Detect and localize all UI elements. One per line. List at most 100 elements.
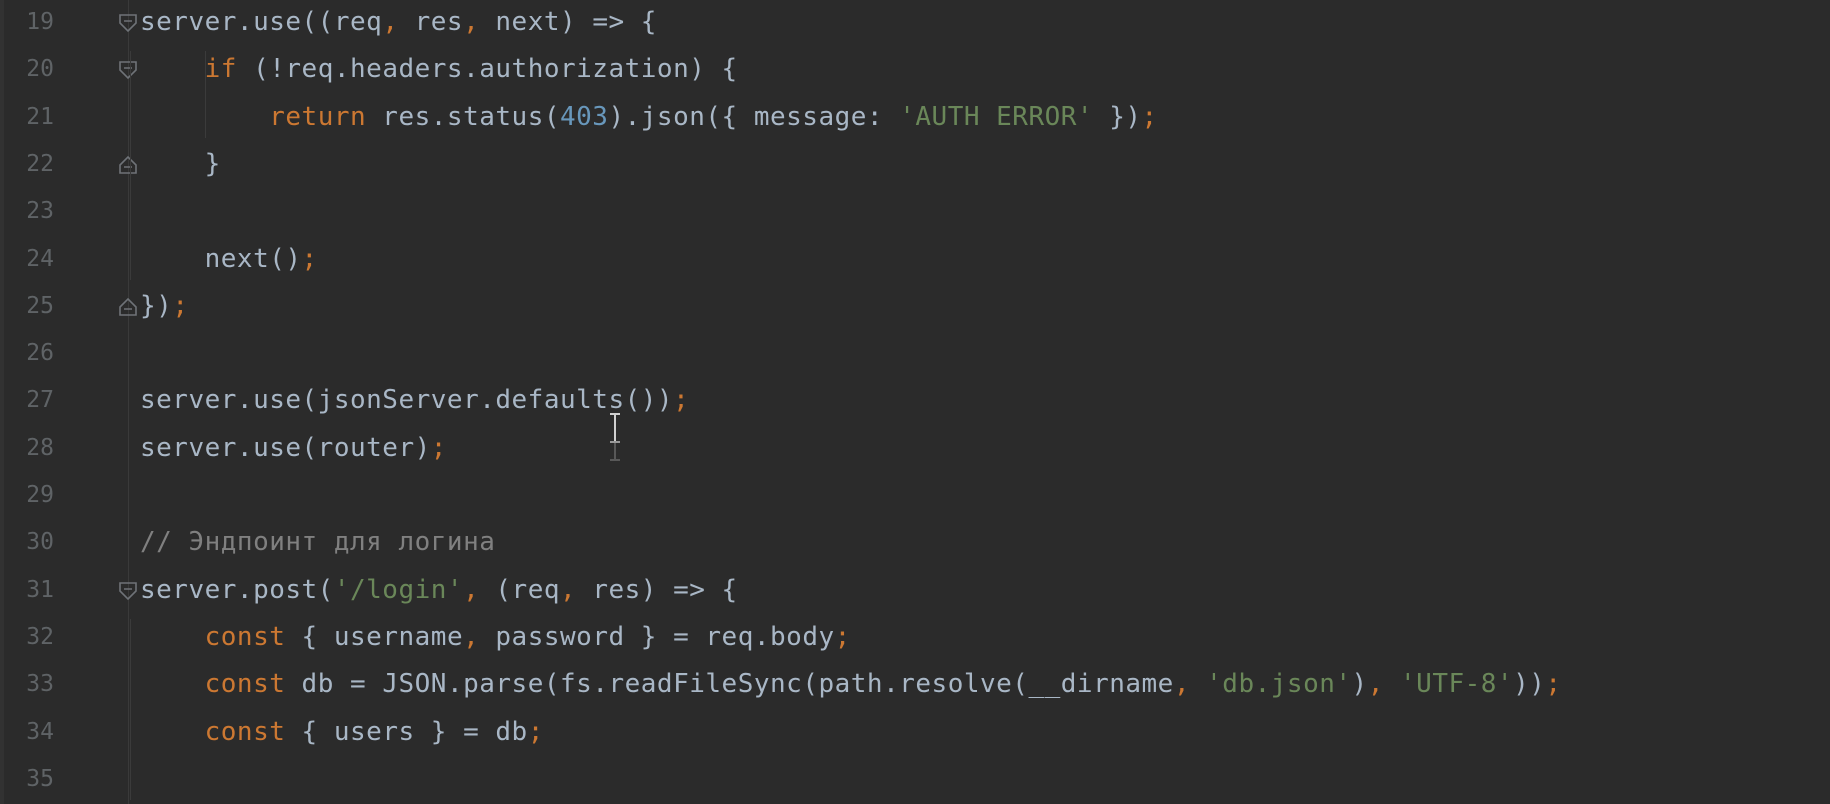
code-token: next() (140, 243, 302, 274)
code-token: , (560, 574, 593, 605)
code-token: db = JSON.parse(fs.readFileSync(path.res… (285, 669, 1174, 700)
fold-close-icon[interactable] (117, 296, 139, 318)
code-token: , (463, 621, 496, 652)
code-token: 'db.json' (1206, 669, 1352, 700)
code-token: password } = req.body (495, 621, 835, 652)
code-token: res) => { (592, 574, 738, 605)
line-number: 22 (26, 150, 54, 177)
code-token: , (382, 7, 415, 37)
code-text[interactable]: const { users } = db; (140, 715, 544, 749)
code-line[interactable]: 27 server.use(jsonServer.defaults()); (0, 378, 1830, 425)
code-text[interactable]: // Эндпоинт для логина (140, 525, 495, 559)
code-line[interactable]: 31 server.post('/login', (req, res) => { (0, 568, 1830, 615)
line-number: 35 (26, 765, 54, 792)
code-token: ; (1141, 101, 1158, 132)
code-line[interactable]: 23 (0, 189, 1830, 236)
code-token: ).json({ message: (608, 101, 900, 132)
code-line[interactable]: 34 const { users } = db; (0, 710, 1830, 757)
code-token: if (204, 54, 237, 85)
line-number: 23 (26, 198, 54, 225)
code-token: next) => { (495, 7, 657, 37)
code-token: , (463, 7, 496, 37)
text-cursor-icon (610, 413, 620, 461)
code-token: 403 (560, 101, 609, 132)
line-number: 29 (26, 482, 54, 508)
code-line[interactable]: 22 } (0, 142, 1830, 189)
code-token: server.use(jsonServer.defaults()) (140, 385, 674, 416)
code-text[interactable]: }); (140, 289, 188, 323)
code-token: } (140, 148, 221, 179)
code-line[interactable]: 26 (0, 331, 1830, 378)
indent-guide (130, 618, 131, 801)
line-number: 27 (26, 387, 54, 414)
line-number: 30 (26, 529, 54, 556)
code-token: 'UTF-8' (1400, 669, 1514, 700)
code-line[interactable]: 28 server.use(router); (0, 426, 1830, 473)
code-token: ; (527, 716, 544, 747)
code-token: res.status( (366, 101, 560, 132)
code-token: ; (834, 621, 851, 652)
code-text[interactable]: server.use((req, res, next) => { (140, 5, 657, 39)
code-token: (!req.headers.authorization) { (236, 54, 738, 85)
code-text[interactable]: return res.status(403).json({ message: '… (140, 100, 1158, 134)
code-token: )) (1513, 669, 1546, 700)
code-token: ) (1351, 669, 1368, 700)
code-line[interactable]: 25}); (0, 284, 1830, 331)
code-token: server.post( (140, 574, 334, 605)
line-number: 24 (26, 245, 54, 272)
code-token: ; (172, 290, 189, 321)
fold-open-icon[interactable] (117, 59, 139, 81)
line-number: 26 (26, 340, 54, 367)
line-number: 34 (26, 718, 54, 745)
code-token: }) (140, 290, 173, 321)
code-text[interactable]: const db = JSON.parse(fs.readFileSync(pa… (140, 667, 1562, 701)
indent-guide (205, 51, 206, 138)
code-editor[interactable]: 19 server.use((req, res, next) => {20 if … (0, 0, 1830, 804)
code-line[interactable]: 20 if (!req.headers.authorization) { (0, 47, 1830, 94)
code-text[interactable]: server.use(router); (140, 431, 447, 465)
code-token: res (414, 7, 464, 37)
code-token: }) (1093, 101, 1142, 132)
code-line[interactable]: 33 const db = JSON.parse(fs.readFileSync… (0, 662, 1830, 709)
code-token: (req (495, 574, 561, 605)
code-token: ; (301, 243, 318, 274)
code-line[interactable]: 32 const { username, password } = req.bo… (0, 615, 1830, 662)
code-token: // Эндпоинт для логина (140, 527, 496, 558)
code-token: return (269, 101, 367, 132)
code-line[interactable]: 21 return res.status(403).json({ message… (0, 95, 1830, 142)
fold-close-icon[interactable] (117, 154, 139, 176)
code-line[interactable]: 19 server.use((req, res, next) => { (0, 0, 1830, 47)
fold-open-icon[interactable] (117, 12, 139, 34)
code-token: const (204, 669, 286, 700)
code-token: const (204, 621, 286, 652)
code-token: server.use(router) (140, 432, 431, 463)
code-token: const (204, 716, 286, 747)
line-number: 32 (26, 623, 54, 650)
line-number: 25 (26, 292, 54, 319)
code-line[interactable]: 29 (0, 473, 1830, 520)
code-text[interactable]: server.post('/login', (req, res) => { (140, 573, 738, 607)
code-token: { users } = db (285, 716, 528, 747)
code-token: , (1367, 669, 1401, 700)
code-text[interactable]: if (!req.headers.authorization) { (140, 52, 738, 86)
code-line[interactable]: 35 (0, 757, 1830, 804)
code-token: server.use((req (140, 7, 383, 37)
code-line[interactable]: 24 next(); (0, 237, 1830, 284)
indent-guide (130, 51, 131, 280)
code-token: ; (430, 432, 447, 463)
code-text[interactable]: next(); (140, 242, 318, 276)
code-token: { username (285, 621, 464, 652)
code-text[interactable]: const { username, password } = req.body; (140, 620, 851, 654)
line-number: 33 (26, 671, 54, 698)
fold-open-icon[interactable] (117, 580, 139, 602)
code-token: '/login' (333, 574, 464, 605)
code-token: 'AUTH ERROR' (899, 101, 1094, 132)
code-token: , (463, 574, 496, 605)
code-text[interactable]: } (140, 147, 221, 181)
code-token: , (1173, 669, 1207, 700)
code-line[interactable]: 30 // Эндпоинт для логина (0, 520, 1830, 567)
